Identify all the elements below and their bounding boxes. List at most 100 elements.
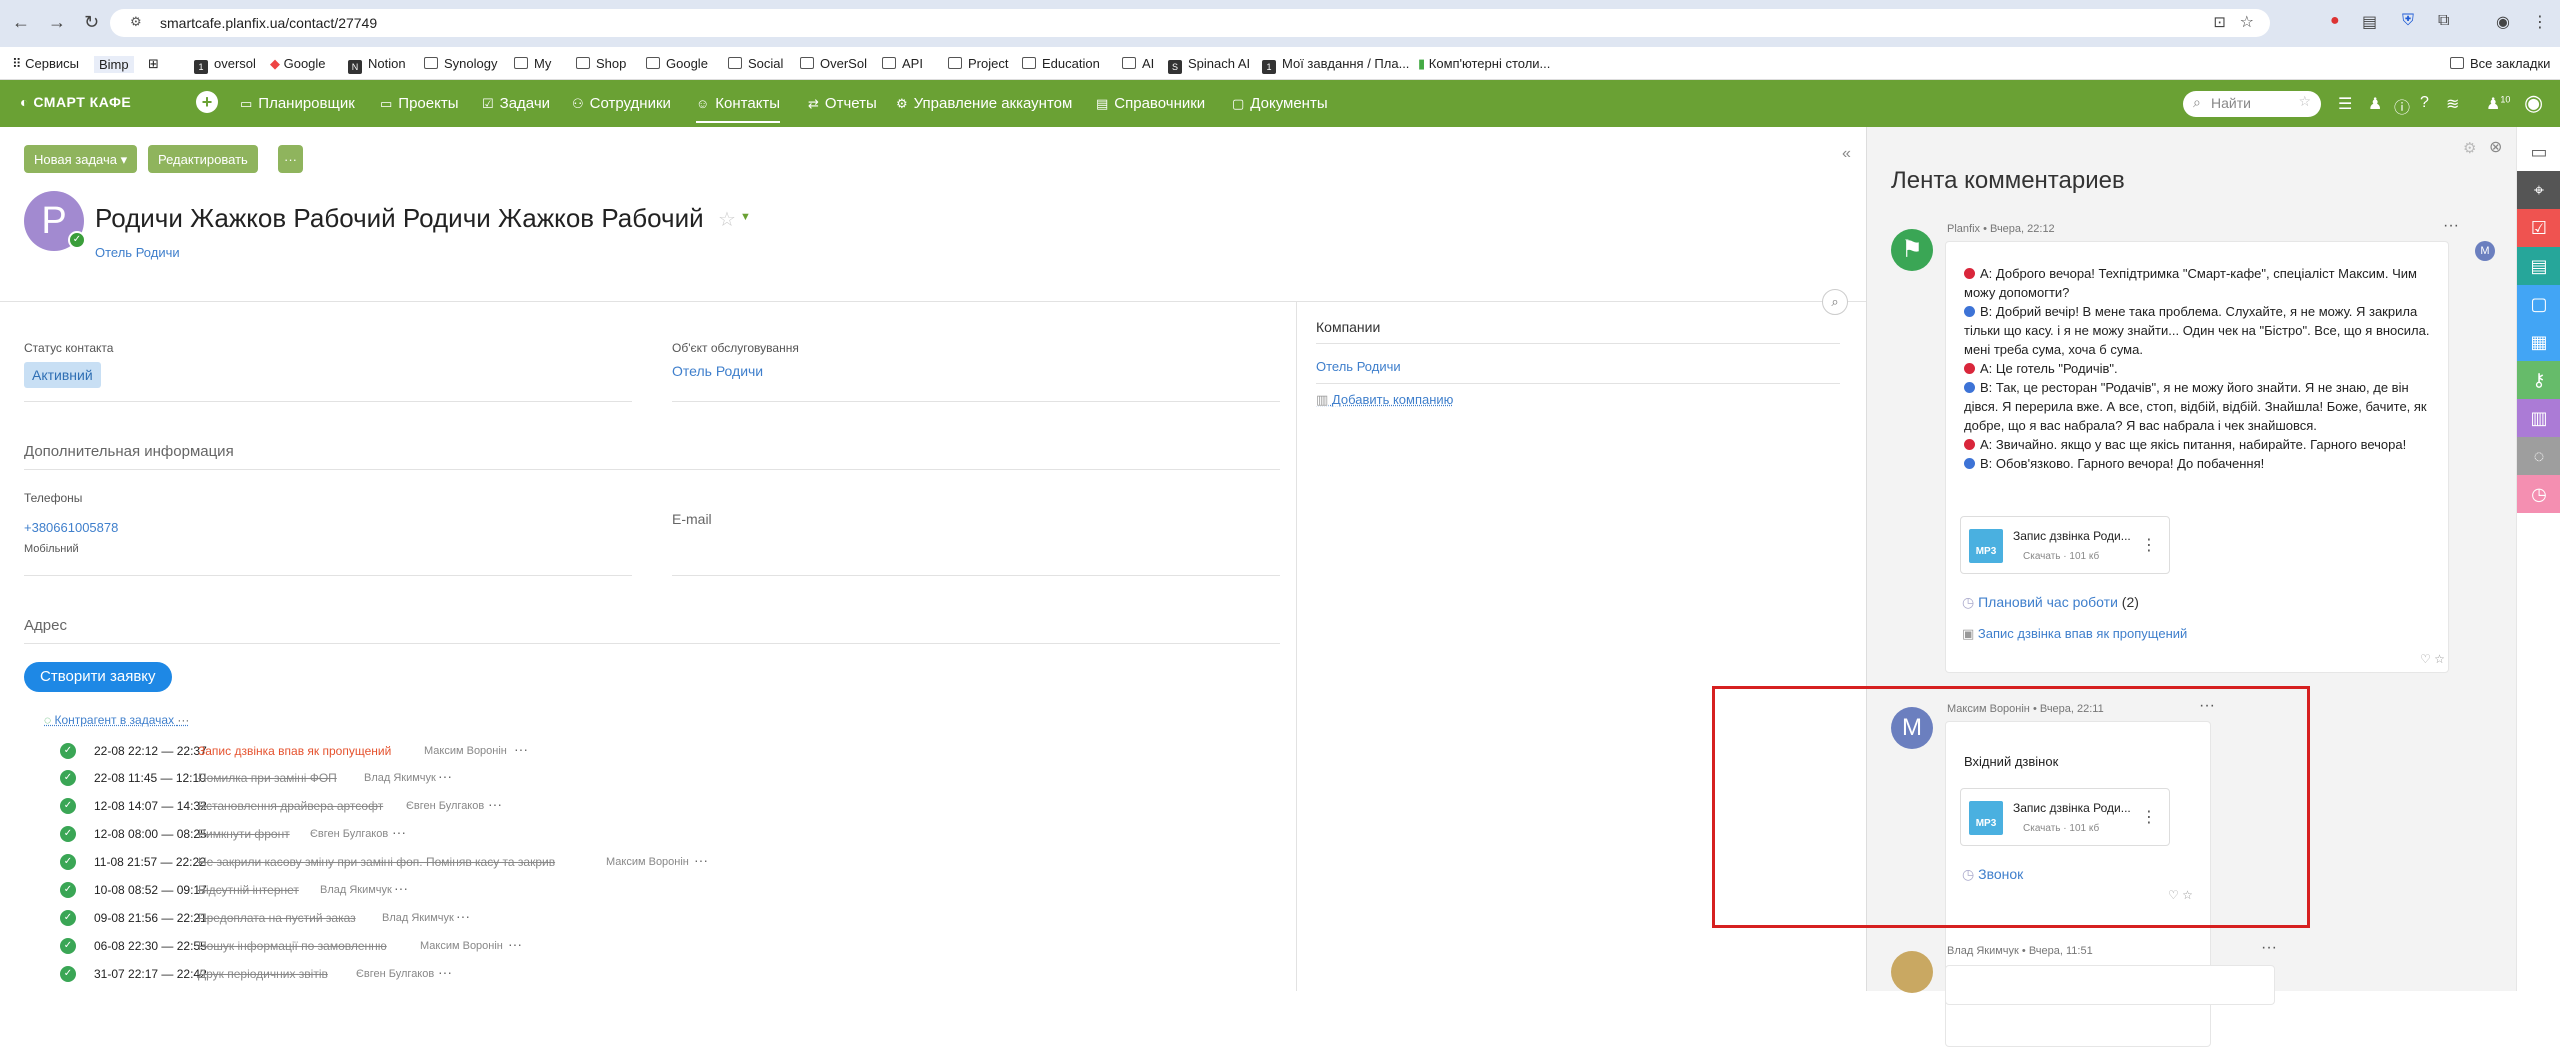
help-icon[interactable]: ? [2420, 94, 2429, 112]
add-button[interactable]: + [196, 91, 218, 113]
close-icon[interactable]: ⊗ [2489, 137, 2502, 157]
counterparty-link[interactable]: ◌ Контрагент в задачах ··· [44, 713, 189, 727]
task-check-icon[interactable]: ✓ [60, 798, 76, 814]
bookmark-services[interactable]: ⠿ Сервисы [12, 56, 79, 72]
notes-icon[interactable]: ▦ [2517, 323, 2560, 361]
task-check-icon[interactable]: ✓ [60, 770, 76, 786]
bookmark-oversol-folder[interactable]: OverSol [800, 56, 867, 71]
company-link[interactable]: Отель Родичи [1316, 359, 1401, 374]
task-check-icon[interactable]: ✓ [60, 826, 76, 842]
bookmark-google[interactable]: ◆ Google [270, 56, 326, 72]
task-link[interactable]: ▣ Запис дзвінка впав як пропущений [1962, 626, 2187, 642]
bookmark-star-icon[interactable]: ☆ [2240, 12, 2254, 32]
comment-more-icon[interactable]: ··· [2261, 939, 2277, 957]
chat-icon[interactable]: ▭ [2517, 133, 2560, 171]
new-task-button[interactable]: Новая задача ▾ [24, 145, 138, 173]
task-check-icon[interactable]: ✓ [60, 743, 76, 759]
nav-employees[interactable]: ⚇ Сотрудники [572, 95, 671, 112]
bookmark-notion[interactable]: N Notion [348, 56, 406, 74]
nav-tasks[interactable]: ☑ Задачи [482, 95, 550, 112]
audio-attachment[interactable]: MP3 Запис дзвінка Роди... Скачать · 101 … [1960, 516, 2170, 574]
grid-icon[interactable]: ⊞ [148, 56, 159, 72]
nav-reports[interactable]: ⇄ Отчеты [808, 95, 877, 112]
install-icon[interactable]: ⊡ [2213, 13, 2226, 31]
bookmark-api[interactable]: API [882, 56, 923, 71]
user-avatar[interactable]: ◉ [2524, 90, 2543, 116]
bookmark-shop[interactable]: Shop [576, 56, 626, 71]
phone-link[interactable]: +380661005878 [24, 520, 118, 535]
bookmark-oversol[interactable]: 1 oversol [194, 56, 256, 74]
task-check-icon[interactable]: ✓ [60, 966, 76, 982]
task-more-icon[interactable]: ··· [392, 824, 406, 840]
profile-avatar[interactable]: ◉ [2496, 12, 2510, 32]
menu-kebab-icon[interactable]: ⋮ [2532, 12, 2548, 32]
user-icon[interactable]: ♟ [2368, 94, 2382, 114]
nav-directories[interactable]: ▤ Справочники [1096, 95, 1205, 112]
collapse-icon[interactable]: « [1842, 145, 1851, 163]
search-input[interactable]: ⌕ Найти ☆ [2183, 91, 2321, 117]
attachment-more-icon[interactable]: ⋮ [2141, 535, 2157, 555]
edit-button[interactable]: Редактировать [148, 145, 258, 173]
adblock-icon[interactable]: ● [2330, 12, 2340, 30]
download-link[interactable]: Скачать · 101 кб [2023, 551, 2099, 562]
bookmark-social[interactable]: Social [728, 56, 783, 71]
archive-icon[interactable]: ▤ [2517, 247, 2560, 285]
chevron-down-icon[interactable]: ▼ [740, 211, 751, 223]
menu-icon[interactable]: ☰ [2338, 94, 2352, 114]
nav-documents[interactable]: ▢ Документы [1232, 95, 1328, 112]
info-icon[interactable]: ⓘ [2394, 94, 2410, 118]
task-more-icon[interactable]: ··· [508, 936, 522, 952]
bookmark-computer-tables[interactable]: ▮ Комп'ютерні столи... [1418, 56, 1550, 72]
bookmark-synology[interactable]: Synology [424, 56, 497, 71]
add-company-link[interactable]: ▥ Добавить компанию [1316, 392, 1453, 408]
reload-icon[interactable]: ↻ [84, 12, 99, 33]
nav-projects[interactable]: ▭ Проекты [380, 95, 459, 112]
task-check-icon[interactable]: ✓ [60, 854, 76, 870]
bookmark-all[interactable]: Все закладки [2450, 56, 2550, 71]
create-request-button[interactable]: Створити заявку [24, 662, 172, 692]
comment-search-icon[interactable]: ⌕ [1822, 289, 1848, 315]
back-icon[interactable]: ← [12, 12, 30, 33]
shield-icon[interactable]: ⛨ [2402, 12, 2414, 30]
history-icon[interactable]: ◷ [2517, 475, 2560, 513]
file-icon[interactable]: ▢ [2517, 285, 2560, 323]
counterparty-more-icon[interactable]: ··· [177, 713, 189, 727]
task-check-icon[interactable]: ✓ [60, 910, 76, 926]
task-more-icon[interactable]: ··· [514, 741, 528, 757]
task-check-icon[interactable]: ✓ [60, 938, 76, 954]
task-check-icon[interactable]: ✓ [60, 882, 76, 898]
search-star-icon[interactable]: ☆ [2298, 93, 2311, 110]
planned-time-link[interactable]: ◷ Плановий час роботи (2) [1962, 594, 2139, 611]
activity-icon[interactable]: ◌ [2517, 437, 2560, 475]
site-info-icon[interactable]: ⚙ [130, 14, 142, 30]
bookmark-project[interactable]: Project [948, 56, 1008, 71]
forward-icon[interactable]: → [48, 12, 66, 33]
tool-icon[interactable]: ⌖ [2517, 171, 2560, 209]
nav-contacts[interactable]: ☺ Контакты [696, 95, 781, 123]
task-more-icon[interactable]: ··· [438, 768, 452, 784]
bookmark-google-folder[interactable]: Google [646, 56, 708, 71]
more-button[interactable]: ··· [278, 145, 303, 173]
notifications-icon[interactable]: ♟10 [2486, 94, 2510, 114]
extensions-puzzle-icon[interactable]: ⧉ [2438, 12, 2449, 30]
favorite-star-icon[interactable]: ☆ [718, 207, 736, 232]
task-icon[interactable]: ☑ [2517, 209, 2560, 247]
like-icon[interactable]: ♡ ☆ [2420, 652, 2445, 666]
task-more-icon[interactable]: ··· [456, 908, 470, 924]
task-more-icon[interactable]: ··· [694, 852, 708, 868]
status-badge[interactable]: Активний [24, 362, 101, 388]
settings-icon[interactable]: ⚙ [2463, 139, 2476, 157]
nav-account[interactable]: ⚙ Управление аккаунтом [896, 95, 1072, 112]
task-more-icon[interactable]: ··· [438, 964, 452, 980]
bookmark-education[interactable]: Education [1022, 56, 1100, 71]
contact-company-link[interactable]: Отель Родичи [95, 245, 180, 260]
layers-icon[interactable]: ≋ [2446, 94, 2459, 114]
comment-more-icon[interactable]: ··· [2443, 217, 2459, 235]
app-logo[interactable]: ◐ СМАРТ КАФЕ [20, 94, 131, 110]
nav-planner[interactable]: ▭ Планировщик [240, 95, 355, 112]
task-more-icon[interactable]: ··· [488, 796, 502, 812]
bookmark-my[interactable]: My [514, 56, 551, 71]
chart-icon[interactable]: ▥ [2517, 399, 2560, 437]
address-bar[interactable]: ⚙ smartcafe.planfix.ua/contact/27749 ⊡ ☆ [110, 9, 2270, 37]
bookmark-bimp[interactable]: Bimp [94, 56, 134, 73]
